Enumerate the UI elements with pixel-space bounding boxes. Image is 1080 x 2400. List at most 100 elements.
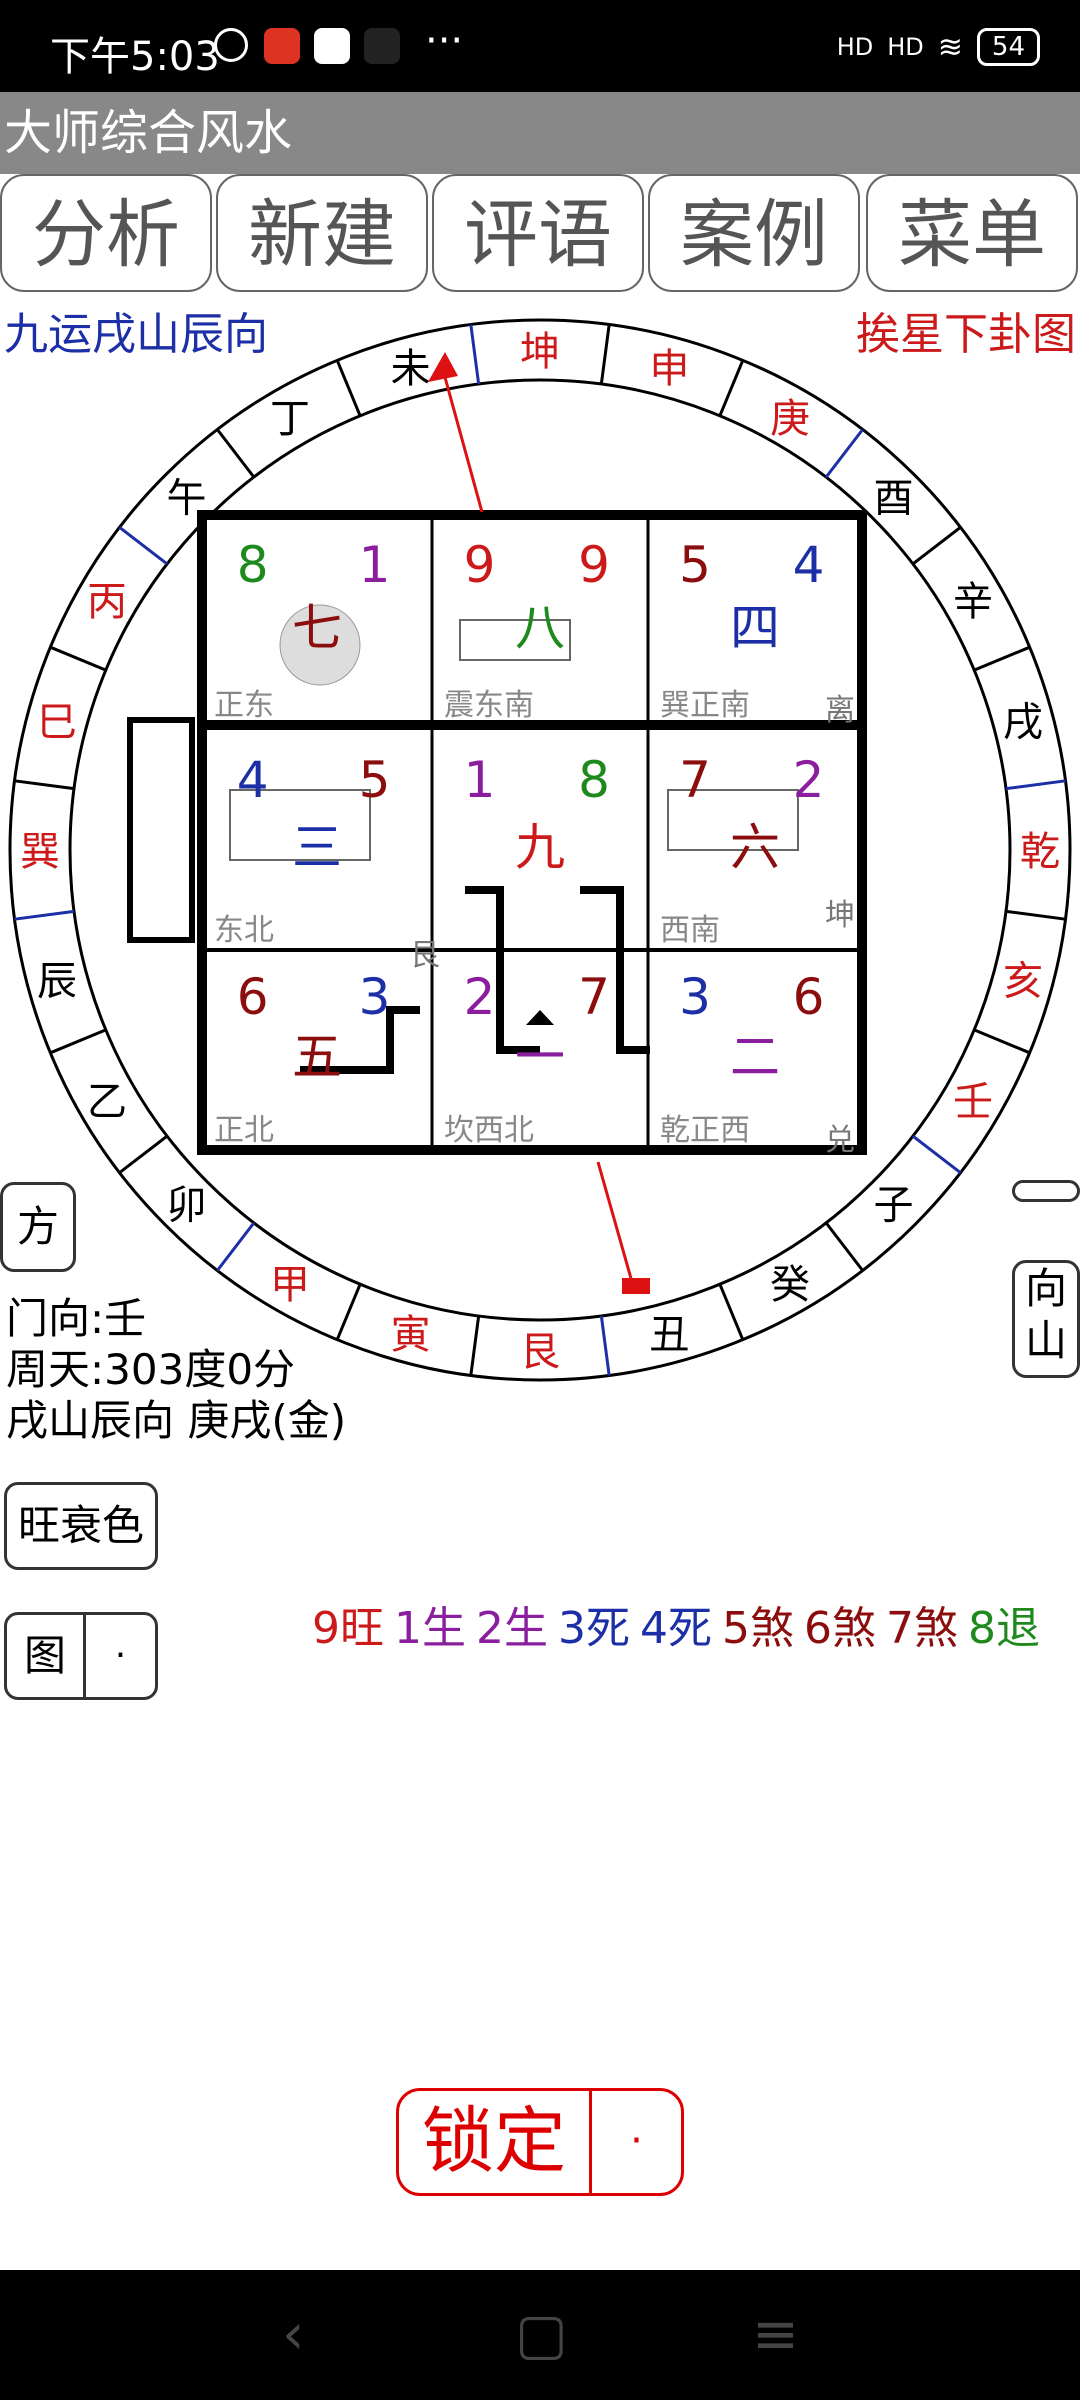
water-star: 3 [359,968,391,1026]
water-star: 8 [578,751,610,809]
legend-item: 9旺 [312,1603,384,1654]
signal-icon-2: HD [887,33,924,61]
direction-marker [622,1278,650,1294]
mountain-star: 1 [464,751,496,809]
wifi-icon: ≋ [937,29,963,65]
ring-mountain-label: 辰 [37,958,77,1004]
tu-button[interactable]: 图 [7,1615,86,1697]
tab-cases[interactable]: 案例 [648,174,860,292]
palace-name: 西南 [660,913,720,948]
ring-mountain-label: 壬 [953,1079,993,1125]
legend-item: 3死 [558,1603,630,1654]
ring-mountain-label: 庚 [770,396,810,442]
ring-mountain-label: 未 [391,346,431,392]
lock-button[interactable]: 锁定 [399,2091,592,2193]
water-star: 5 [359,751,391,809]
legend-item: 8退 [968,1603,1040,1654]
legend-item: 4死 [640,1603,712,1654]
ring-mountain-label: 戌 [1003,700,1043,746]
status-time: 下午5:03 [50,34,220,80]
ring-mountain-label: 丑 [649,1312,689,1358]
mountain-star: 2 [464,968,496,1026]
legend-item: 2生 [476,1603,548,1654]
palace-name: 坎西北 [444,1113,534,1148]
lock-button-group: 锁定 · [396,2088,684,2196]
compass-chart[interactable]: 辰巽巳丙午丁未坤申庚酉辛戌乾亥壬子癸丑艮寅甲卯乙 正东 震东南 巽正南东北 西南正北坎… [0,290,1080,1390]
play-store-icon [314,28,350,64]
legend-item: 1生 [394,1603,466,1654]
ring-mountain-label: 坤 [520,329,560,375]
period-star: 一 [515,1028,565,1086]
recents-icon[interactable]: ≡ [752,2302,799,2367]
plan-label-dui: 兑 [825,1123,855,1158]
palace-name: 乾正西 [660,1113,750,1148]
ring-mountain-label: 巳 [37,700,77,746]
period-star: 七 [292,599,342,657]
tab-comments[interactable]: 评语 [432,174,644,292]
water-star: 7 [578,968,610,1026]
mountain-star: 7 [679,751,711,809]
ring-mountain-label: 甲 [270,1262,310,1308]
app-notification-icon [264,28,300,64]
water-star: 9 [578,536,610,594]
ring-mountain-label: 艮 [520,1329,560,1375]
tab-analyze[interactable]: 分析 [0,174,212,292]
status-bar: 下午5:03 ··· HD HD ≋ 54 [0,0,1080,92]
wangshuai-color-button[interactable]: 旺衰色 [4,1482,158,1570]
main-tab-bar: 分析 新建 评语 案例 菜单 [0,174,1080,296]
alarm-icon [214,28,248,62]
fang-button[interactable]: 方 [0,1182,76,1272]
tu-dot-button[interactable]: · [86,1615,155,1697]
legend-item: 5煞 [722,1603,794,1654]
tab-new[interactable]: 新建 [216,174,428,292]
legend-item: 6煞 [804,1603,876,1654]
mountain-star: 9 [464,536,496,594]
ring-mountain-label: 亥 [1003,958,1043,1004]
ring-mountain-label: 乙 [87,1079,127,1125]
ring-mountain-label: 丁 [270,396,310,442]
palace-name: 震东南 [444,688,534,723]
mountain-star: 5 [679,536,711,594]
ring-mountain-label: 乾 [1020,829,1060,875]
star-legend: 9旺 1生 2生 3死 4死 5煞 6煞 7煞 8退 [312,1592,1040,1656]
tu-button-group: 图 · [4,1612,158,1700]
mountain-star: 3 [679,968,711,1026]
palace-name: 巽正南 [660,688,750,723]
mountain-star: 8 [237,536,269,594]
ring-mountain-label: 申 [649,346,689,392]
period-star: 四 [730,599,780,657]
plan-balcony [127,717,195,943]
ring-mountain-label: 癸 [770,1262,810,1308]
legend-item: 7煞 [886,1603,958,1654]
ring-mountain-label: 巽 [20,829,60,875]
more-notifications-icon: ··· [425,18,464,64]
water-star: 6 [793,968,825,1026]
mountain-star: 6 [237,968,269,1026]
dash-button[interactable] [1012,1180,1080,1202]
plan-label-li: 离 [825,693,855,728]
water-star: 1 [359,536,391,594]
period-star: 六 [730,819,780,877]
water-star: 2 [793,751,825,809]
home-icon[interactable]: ▢ [515,2302,568,2367]
period-star: 三 [292,819,342,877]
period-star: 五 [292,1028,342,1086]
xiang-shan-toggle[interactable]: 向 山 [1012,1260,1080,1378]
palace-name: 东北 [214,913,274,948]
battery-icon: 54 [976,28,1040,66]
ring-mountain-label: 子 [874,1183,914,1229]
tiktok-icon [364,28,400,64]
back-icon[interactable]: ‹ [282,2302,304,2367]
ring-mountain-label: 卯 [166,1183,206,1229]
ring-mountain-label: 丙 [87,579,127,625]
ring-mountain-label: 寅 [391,1312,431,1358]
ring-mountain-label: 酉 [874,475,914,521]
app-title: 大师综合风水 [0,92,1080,174]
water-star: 4 [793,536,825,594]
lock-dot-button[interactable]: · [592,2091,681,2193]
plan-label-kun: 坤 [825,898,855,933]
plan-label-gen: 艮 [410,938,440,973]
signal-icon-1: HD [836,33,874,61]
tab-menu[interactable]: 菜单 [866,174,1078,292]
palace-name: 正北 [214,1113,274,1148]
